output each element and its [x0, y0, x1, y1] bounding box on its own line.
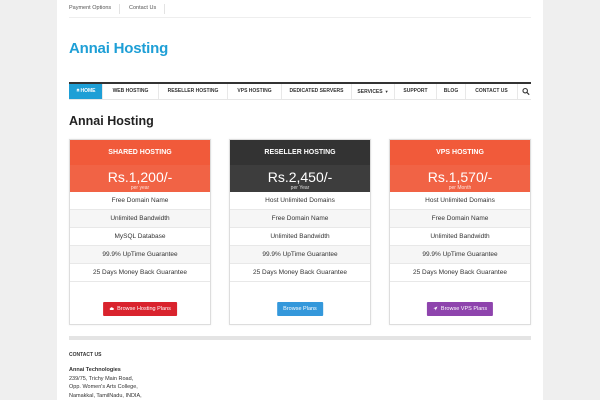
nav-item-contact-us[interactable]: CONTACT US	[466, 84, 518, 99]
section-divider	[69, 336, 531, 340]
search-icon[interactable]	[522, 87, 530, 96]
feature-item: Unlimited Bandwidth	[70, 210, 210, 228]
feature-item: Free Domain Name	[70, 192, 210, 210]
feature-item: 99.9% UpTime Guarantee	[390, 246, 530, 264]
plan-name: SHARED HOSTING	[108, 149, 172, 156]
home-icon	[75, 88, 80, 92]
nav-item-dedicated-servers[interactable]: DEDICATED SERVERS	[282, 84, 352, 99]
button-label: Browse VPS Plans	[440, 306, 488, 312]
top-bar: Payment Options Contact Us	[69, 0, 531, 18]
main-nav: HOME WEB HOSTING RESELLER HOSTING VPS HO…	[69, 82, 531, 100]
cloud-icon	[109, 307, 114, 310]
pricing-card-reseller: RESELLER HOSTING Rs.2,450/- per Year Hos…	[229, 139, 371, 325]
plan-name: VPS HOSTING	[436, 149, 484, 156]
feature-item: 99.9% UpTime Guarantee	[230, 246, 370, 264]
feature-item: Host Unlimited Domains	[390, 192, 530, 210]
feature-item: 25 Days Money Back Guarantee	[390, 264, 530, 282]
plan-period: per Month	[448, 185, 472, 191]
topbar-separator	[119, 4, 120, 14]
nav-item-reseller-hosting[interactable]: RESELLER HOSTING	[159, 84, 228, 99]
nav-label: SERVICES	[357, 89, 383, 95]
feature-item: 25 Days Money Back Guarantee	[230, 264, 370, 282]
feature-item: Unlimited Bandwidth	[390, 228, 530, 246]
browse-plans-button[interactable]: Browse Plans	[277, 302, 323, 316]
plan-price: Rs.2,450/-	[267, 169, 333, 185]
plan-period: per Year	[290, 185, 310, 191]
address-line: 239/75, Trichy Main Road,	[69, 375, 134, 382]
address-line: Namakkal, TamilNadu, INDIA,	[69, 392, 142, 399]
feature-item: 99.9% UpTime Guarantee	[70, 246, 210, 264]
plan-name: RESELLER HOSTING	[264, 149, 336, 156]
pricing-card-vps: VPS HOSTING Rs.1,570/- per Month Host Un…	[389, 139, 531, 325]
pricing-card-header: VPS HOSTING Rs.1,570/- per Month	[390, 140, 530, 192]
topbar-separator	[164, 4, 165, 14]
pricing-card-shared: SHARED HOSTING Rs.1,200/- per year Free …	[69, 139, 211, 325]
pricing-card-header: SHARED HOSTING Rs.1,200/- per year	[70, 140, 210, 192]
chevron-down-icon: ▼	[384, 89, 389, 94]
plan-price: Rs.1,200/-	[107, 169, 173, 185]
nav-item-vps-hosting[interactable]: VPS HOSTING	[228, 84, 282, 99]
rocket-icon	[433, 306, 438, 311]
address-line: Opp. Women's Arts College,	[69, 384, 138, 390]
feature-item: Host Unlimited Domains	[230, 192, 370, 210]
nav-item-blog[interactable]: BLOG	[437, 84, 466, 99]
nav-item-support[interactable]: SUPPORT	[395, 84, 437, 99]
feature-list: Host Unlimited Domains Free Domain Name …	[390, 192, 530, 282]
browse-vps-plans-button[interactable]: Browse VPS Plans	[426, 302, 494, 316]
contact-heading: CONTACT US	[69, 352, 102, 358]
nav-item-web-hosting[interactable]: WEB HOSTING	[103, 84, 159, 99]
browse-hosting-plans-button[interactable]: Browse Hosting Plans	[103, 302, 177, 316]
contact-us-link[interactable]: Contact Us	[129, 5, 156, 11]
button-label: Browse Hosting Plans	[117, 306, 171, 312]
plan-price: Rs.1,570/-	[427, 169, 493, 185]
feature-item: Free Domain Name	[230, 210, 370, 228]
page-title: Annai Hosting	[69, 114, 154, 128]
feature-list: Free Domain Name Unlimited Bandwidth MyS…	[70, 192, 210, 282]
plan-period: per year	[130, 185, 150, 191]
nav-item-services[interactable]: SERVICES ▼	[352, 84, 395, 99]
contact-address: Annai Technologies 239/75, Trichy Main R…	[69, 366, 142, 400]
feature-list: Host Unlimited Domains Free Domain Name …	[230, 192, 370, 282]
feature-item: Free Domain Name	[390, 210, 530, 228]
nav-item-home[interactable]: HOME	[69, 84, 103, 99]
payment-options-link[interactable]: Payment Options	[69, 5, 111, 11]
pricing-card-header: RESELLER HOSTING Rs.2,450/- per Year	[230, 140, 370, 192]
feature-item: MySQL Database	[70, 228, 210, 246]
page-container: Payment Options Contact Us Annai Hosting…	[57, 0, 543, 400]
feature-item: 25 Days Money Back Guarantee	[70, 264, 210, 282]
contact-org: Annai Technologies	[69, 367, 121, 373]
feature-item: Unlimited Bandwidth	[230, 228, 370, 246]
nav-label: HOME	[80, 88, 96, 94]
site-title[interactable]: Annai Hosting	[69, 40, 168, 57]
